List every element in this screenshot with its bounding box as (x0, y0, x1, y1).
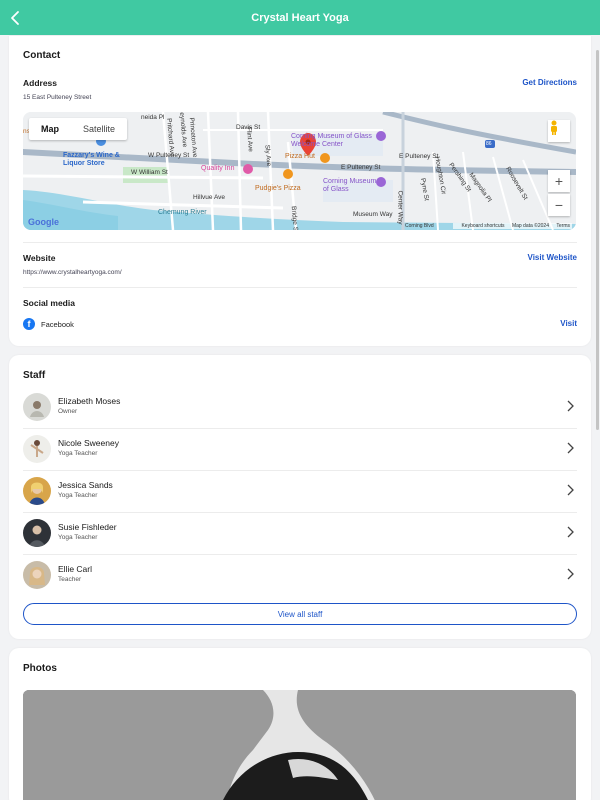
staff-name: Ellie Carl (58, 564, 93, 574)
map-type-satellite-button[interactable]: Satellite (71, 118, 127, 140)
avatar (23, 561, 51, 589)
photo[interactable] (23, 690, 576, 800)
avatar (23, 435, 51, 463)
staff-role: Yoga Teacher (58, 534, 98, 541)
view-all-staff-button[interactable]: View all staff (23, 603, 577, 625)
facebook-row: f Facebook (23, 318, 74, 330)
website-label: Website (23, 253, 56, 263)
zoom-in-button[interactable]: + (548, 170, 570, 192)
staff-row[interactable]: Elizabeth Moses Owner (23, 387, 577, 429)
visit-facebook-link[interactable]: Visit (560, 319, 577, 328)
chevron-right-icon (567, 526, 574, 538)
map-label-quality-inn: Quality Inn (201, 165, 235, 172)
divider (23, 287, 577, 288)
scrollbar[interactable] (596, 50, 599, 430)
chevron-right-icon (567, 442, 574, 454)
staff-row[interactable]: Susie Fishleder Yoga Teacher (23, 513, 577, 555)
page-title: Crystal Heart Yoga (251, 11, 349, 24)
photos-card: Photos (9, 648, 591, 800)
map-label-w-william: W William St (131, 169, 168, 176)
map-label-corning-blvd: Corning Blvd (405, 223, 434, 229)
map[interactable]: ns Fazzary's Wine & Liquor Store Corning… (23, 112, 576, 230)
zoom-out-button[interactable]: − (548, 194, 570, 216)
website-value: https://www.crystalheartyoga.com/ (23, 269, 122, 276)
avatar (23, 393, 51, 421)
map-label-center: Center Way (396, 190, 404, 225)
pegman-button[interactable] (548, 120, 570, 142)
pegman-icon (551, 120, 557, 135)
google-logo: Google (28, 217, 59, 227)
staff-row[interactable]: Jessica Sands Yoga Teacher (23, 471, 577, 513)
contact-title: Contact (23, 50, 61, 61)
chevron-right-icon (567, 400, 574, 412)
staff-name: Nicole Sweeney (58, 438, 119, 448)
divider (23, 242, 577, 243)
staff-row[interactable]: Nicole Sweeney Yoga Teacher (23, 429, 577, 471)
map-label-hwy: 86 (486, 141, 492, 147)
map-label-museum: Corning Museum of Glass (323, 178, 377, 193)
photo-image (23, 690, 576, 800)
address-value: 15 East Pulteney Street (23, 94, 92, 101)
map-type-map-button[interactable]: Map (29, 118, 71, 140)
back-icon[interactable] (6, 8, 26, 28)
chevron-right-icon (567, 568, 574, 580)
map-label-hillvue: Hillvue Ave (193, 194, 226, 201)
staff-role: Yoga Teacher (58, 492, 98, 499)
visit-website-link[interactable]: Visit Website (528, 253, 578, 262)
map-label-pudgies: Pudgie's Pizza (255, 185, 301, 192)
staff-name: Elizabeth Moses (58, 396, 121, 406)
avatar (23, 519, 51, 547)
get-directions-link[interactable]: Get Directions (522, 78, 577, 87)
social-media-label: Social media (23, 298, 75, 308)
map-label-chemung: Chemung River (158, 209, 207, 216)
map-label-fazzary: Fazzary's Wine & Liquor Store (63, 152, 120, 167)
map-label-museum-welcome: Corning Museum of Glass Welcome Center (291, 133, 372, 148)
facebook-label: Facebook (41, 319, 74, 329)
top-bar: Crystal Heart Yoga (0, 0, 600, 35)
chevron-right-icon (567, 484, 574, 496)
photos-title: Photos (23, 663, 57, 674)
map-label-meida: neida Pl (141, 114, 165, 121)
keyboard-shortcuts-link[interactable]: Keyboard shortcuts (461, 223, 504, 229)
staff-role: Yoga Teacher (58, 450, 98, 457)
map-label-e-pulteney: E Pulteney St (341, 164, 381, 171)
contact-card: Contact Address 15 East Pulteney Street … (9, 36, 591, 346)
staff-role: Teacher (58, 576, 82, 583)
staff-title: Staff (23, 370, 46, 381)
staff-card: Staff Elizabeth Moses Owner Nicole Sween… (9, 355, 591, 639)
facebook-icon: f (23, 318, 35, 330)
map-label-museum-way: Museum Way (353, 211, 393, 218)
address-label: Address (23, 78, 58, 88)
staff-name: Jessica Sands (58, 480, 113, 490)
map-type-control: Map Satellite (29, 118, 128, 140)
staff-row[interactable]: Ellie Carl Teacher (23, 555, 577, 597)
map-label-pizza-hut: Pizza Hut (285, 153, 315, 160)
avatar (23, 477, 51, 505)
staff-name: Susie Fishleder (58, 522, 117, 532)
terms-link[interactable]: Terms (556, 223, 570, 229)
staff-role: Owner (58, 408, 78, 415)
map-data-text: Map data ©2024 (511, 223, 549, 229)
map-attribution: Keyboard shortcuts Map data ©2024 Terms (453, 223, 572, 229)
